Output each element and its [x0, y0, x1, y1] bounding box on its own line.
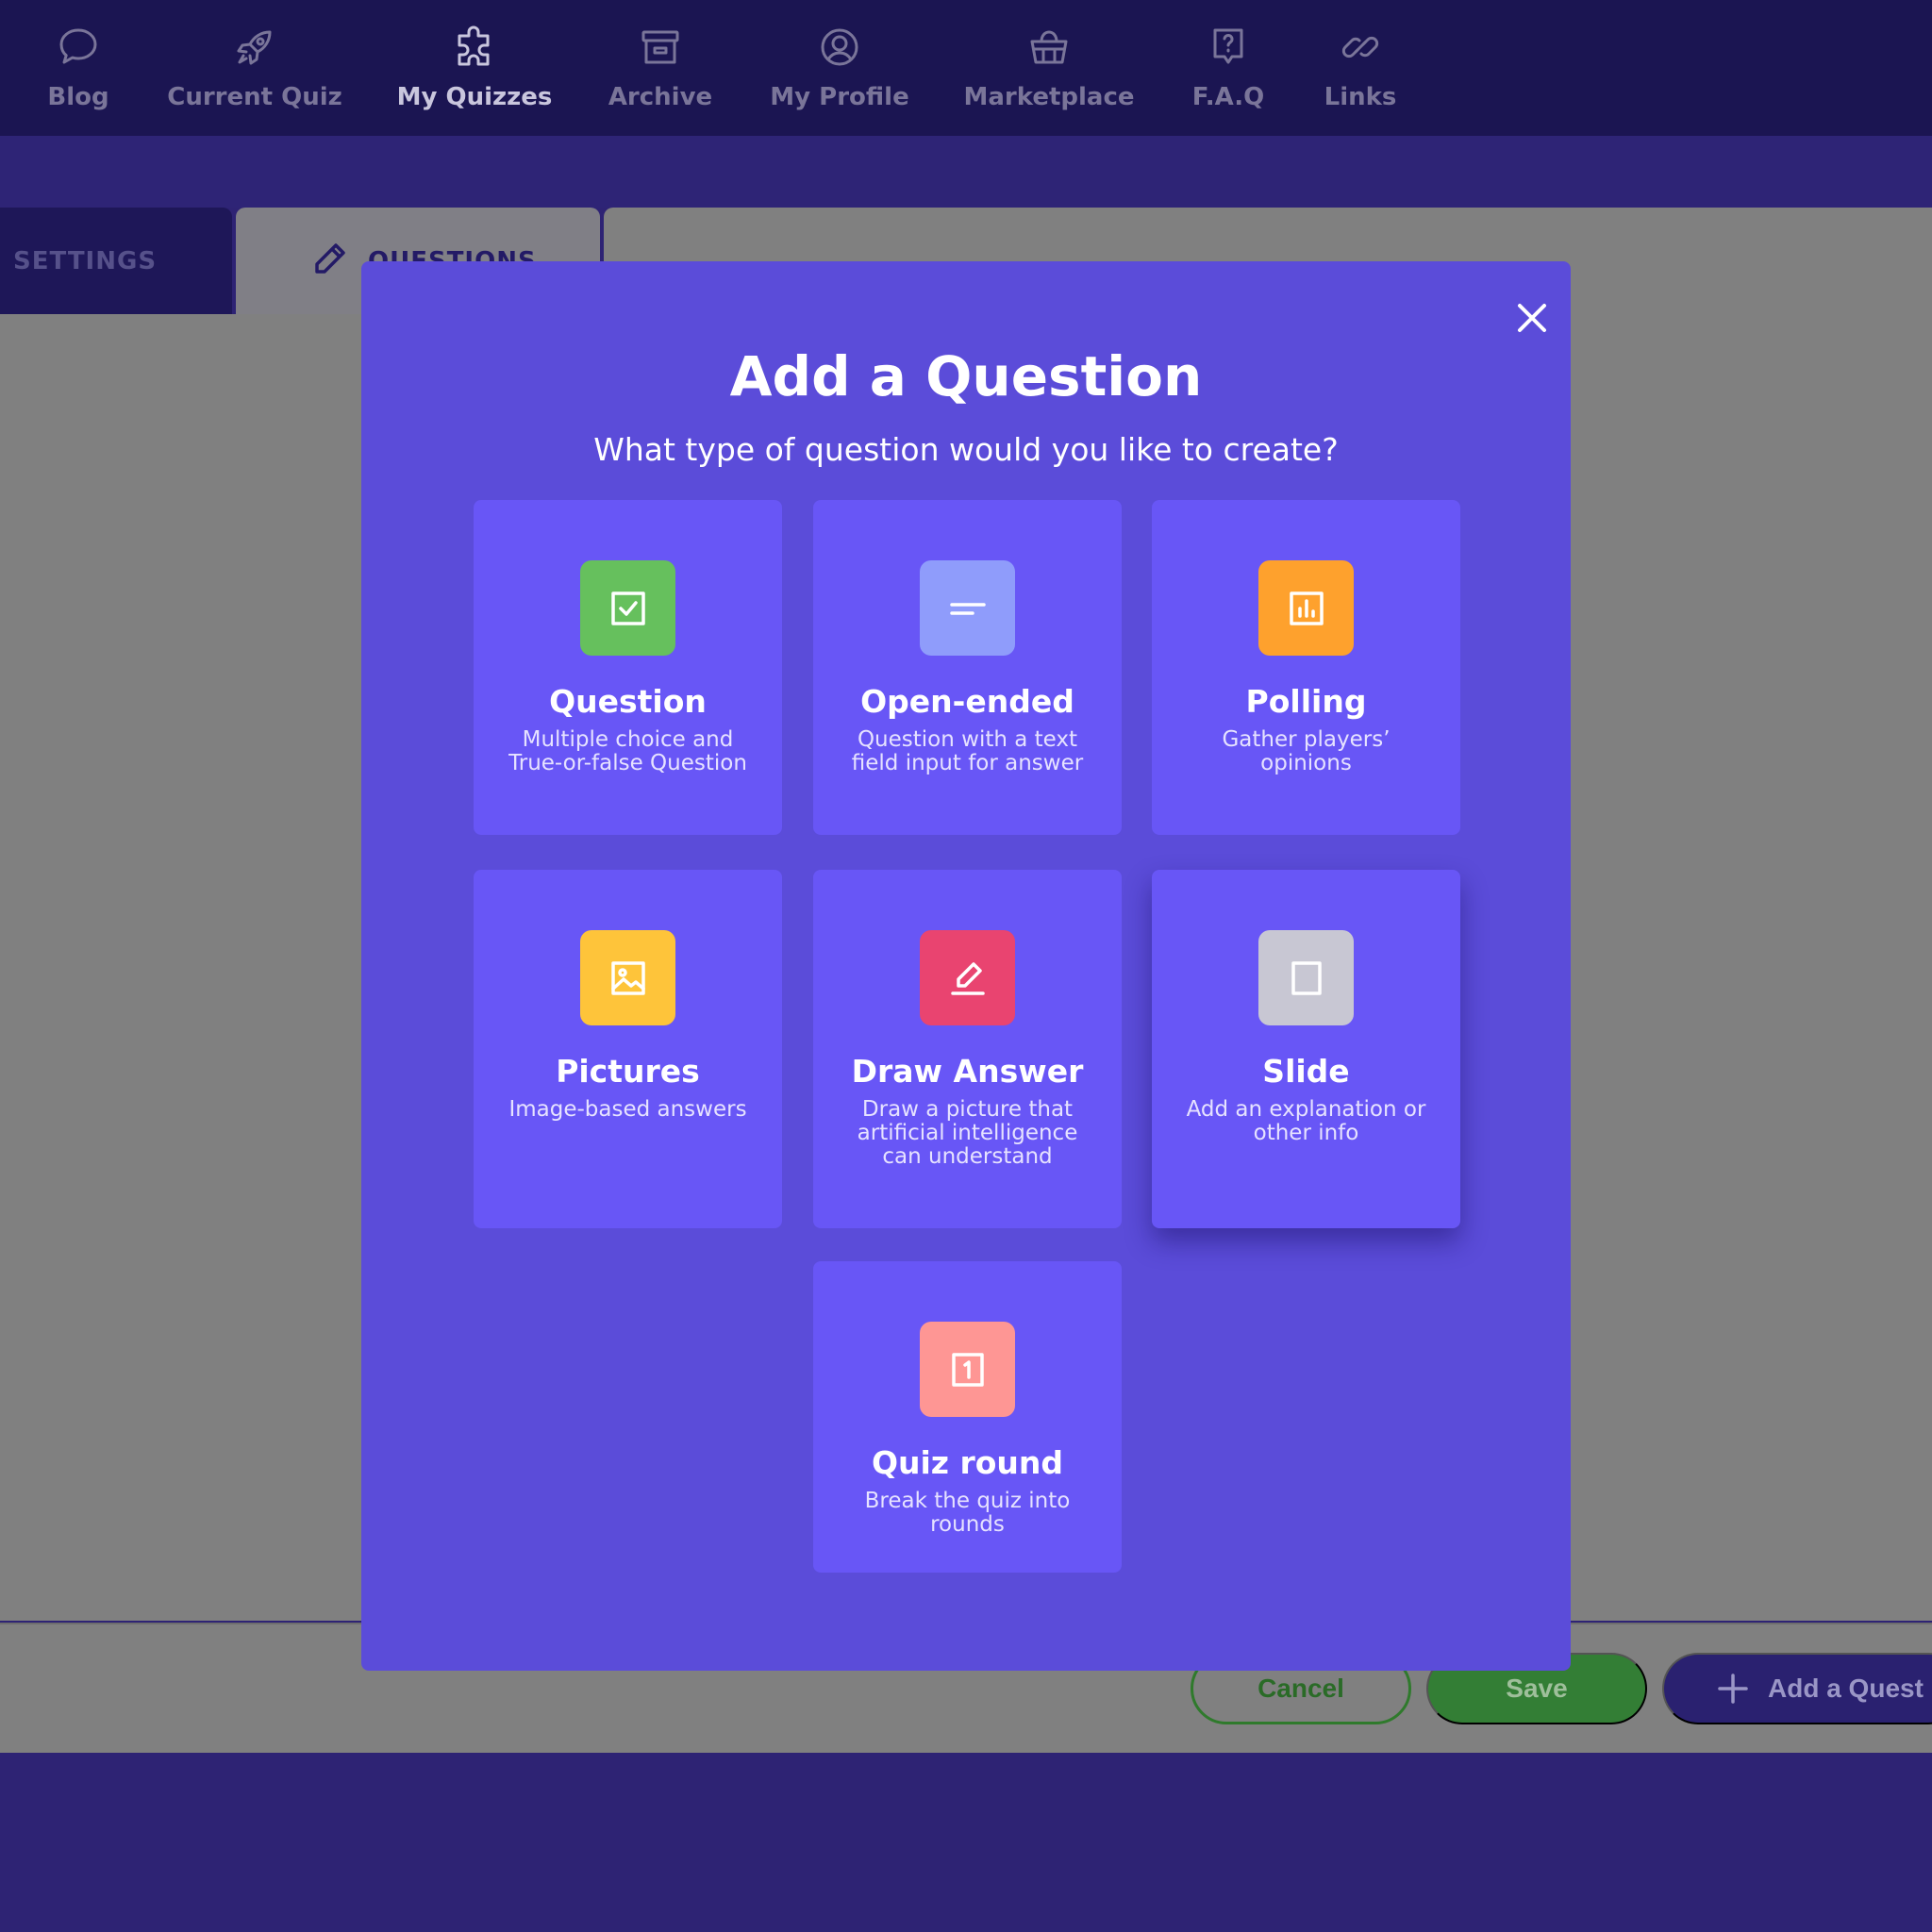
header-band	[0, 136, 1932, 208]
add-question-modal: Add a Question What type of question wou…	[361, 261, 1571, 1671]
nav-item-faq[interactable]: F.A.Q	[1192, 25, 1264, 119]
card-description: Break the quiz into rounds	[864, 1489, 1071, 1537]
card-title: Quiz round	[871, 1444, 1064, 1481]
question-type-card-pictures[interactable]: Pictures Image-based answers	[474, 870, 782, 1228]
puzzle-icon	[458, 25, 490, 66]
modal-subtitle: What type of question would you like to …	[593, 431, 1339, 468]
question-type-icon-box	[580, 560, 675, 656]
card-title: Pictures	[556, 1053, 700, 1090]
card-description: Gather players’ opinions	[1222, 727, 1391, 775]
nav-label-archive: Archive	[608, 83, 713, 111]
chat-bubble-icon	[59, 28, 97, 64]
card-title: Draw Answer	[851, 1053, 1084, 1090]
tab-settings-label: SETTINGS	[13, 247, 158, 275]
slide-icon	[1291, 960, 1322, 995]
top-nav: Blog Current Quiz My Quizzes Archive My …	[0, 0, 1932, 136]
question-type-icon-box	[580, 930, 675, 1025]
question-type-icon-box	[1258, 930, 1354, 1025]
card-title: Open-ended	[860, 683, 1074, 720]
add-question-label: Add a Quest	[1768, 1674, 1924, 1703]
modal-title: Add a Question	[729, 344, 1203, 408]
nav-item-my-profile[interactable]: My Profile	[770, 25, 909, 119]
question-type-card-open-ended[interactable]: Open-ended Question with a text field in…	[813, 500, 1122, 835]
question-type-card-quiz-round[interactable]: Quiz round Break the quiz into rounds	[813, 1261, 1122, 1573]
bar-chart-icon	[1289, 591, 1324, 625]
nav-item-archive[interactable]: Archive	[608, 25, 713, 119]
card-description: Draw a picture that artificial intellige…	[857, 1097, 1078, 1169]
pen-icon	[950, 961, 985, 995]
nav-item-marketplace[interactable]: Marketplace	[964, 25, 1135, 119]
question-type-icon-box	[920, 1322, 1015, 1417]
image-icon	[610, 960, 645, 995]
add-question-button[interactable]: Add a Quest	[1662, 1653, 1932, 1724]
text-lines-icon	[949, 602, 986, 615]
card-description: Add an explanation or other info	[1186, 1097, 1426, 1145]
plus-icon	[1718, 1674, 1748, 1704]
nav-item-current-quiz[interactable]: Current Quiz	[167, 25, 342, 119]
card-description: Question with a text field input for ans…	[851, 727, 1084, 775]
question-type-icon-box	[1258, 560, 1354, 656]
basket-icon	[1030, 30, 1068, 64]
card-description: Multiple choice and True-or-false Questi…	[508, 727, 747, 775]
close-button[interactable]	[1506, 291, 1558, 344]
checkbox-icon	[610, 591, 645, 625]
card-description: Image-based answers	[508, 1097, 747, 1122]
nav-label-my-quizzes: My Quizzes	[396, 83, 553, 111]
nav-label-marketplace: Marketplace	[963, 83, 1135, 111]
question-type-icon-box	[920, 930, 1015, 1025]
nav-label-my-profile: My Profile	[770, 83, 909, 111]
user-circle-icon	[821, 28, 858, 66]
card-title: Slide	[1262, 1053, 1350, 1090]
nav-item-links[interactable]: Links	[1324, 25, 1396, 119]
question-type-icon-box	[920, 560, 1015, 656]
nav-item-my-quizzes[interactable]: My Quizzes	[396, 25, 553, 119]
pencil-icon	[315, 243, 345, 274]
question-bubble-icon	[1213, 28, 1243, 64]
question-type-card-polling[interactable]: Polling Gather players’ opinions	[1152, 500, 1460, 835]
nav-label-current-quiz: Current Quiz	[167, 83, 342, 111]
round-number-icon	[951, 1352, 984, 1387]
card-title: Polling	[1245, 683, 1367, 720]
link-icon	[1341, 36, 1379, 58]
tab-settings[interactable]: SETTINGS	[0, 208, 232, 315]
question-type-card-draw-answer[interactable]: Draw Answer Draw a picture that artifici…	[813, 870, 1122, 1228]
nav-label-blog: Blog	[47, 83, 109, 111]
close-icon	[1518, 304, 1546, 332]
nav-item-blog[interactable]: Blog	[39, 25, 118, 119]
archive-box-icon	[641, 30, 679, 64]
question-type-card-slide[interactable]: Slide Add an explanation or other info	[1152, 870, 1460, 1228]
nav-label-faq: F.A.Q	[1191, 83, 1265, 111]
nav-label-links: Links	[1324, 83, 1397, 111]
rocket-icon	[237, 30, 272, 65]
question-type-card-question[interactable]: Question Multiple choice and True-or-fal…	[474, 500, 782, 835]
card-title: Question	[549, 683, 707, 720]
